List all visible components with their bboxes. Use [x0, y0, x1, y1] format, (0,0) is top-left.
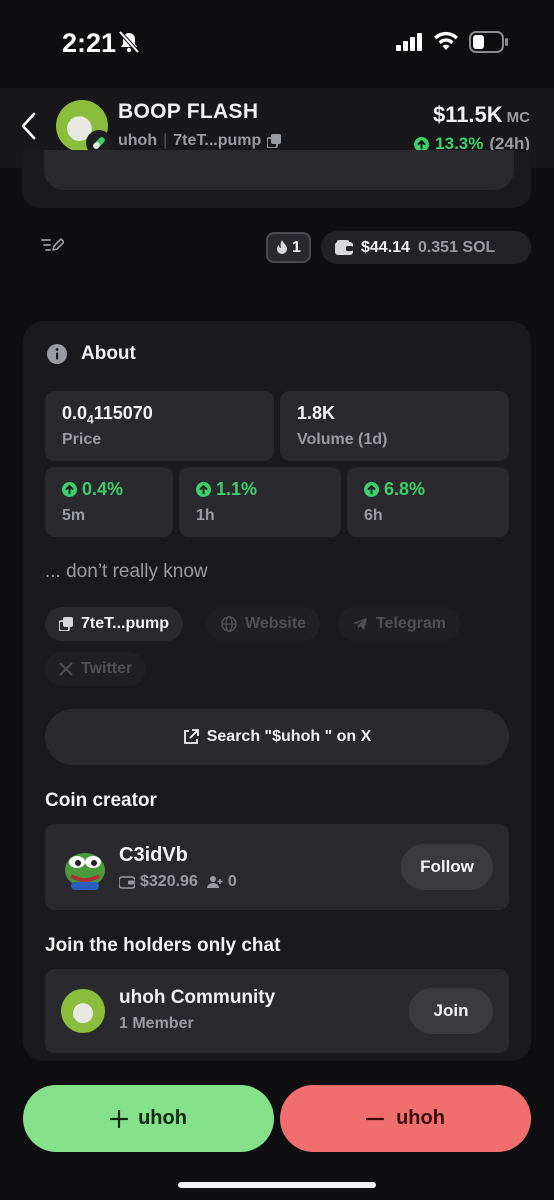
battery-icon [469, 31, 509, 58]
change-stat-6h: 6.8% 6h [347, 467, 509, 537]
price-label: Price [62, 431, 102, 448]
change-6h-label: 6h [364, 507, 383, 524]
minus-icon [366, 1117, 385, 1120]
arrow-up-circle-icon [196, 482, 211, 497]
external-link-icon [183, 729, 199, 744]
token-ticker: uhoh [118, 132, 158, 149]
change-stat-5m: 0.4% 5m [45, 467, 173, 537]
telegram-chip[interactable]: Telegram [338, 607, 460, 641]
token-description: ... don’t really know [45, 561, 208, 582]
price-suffix: 115070 [93, 403, 153, 423]
telegram-icon [353, 618, 367, 630]
wallet-icon [119, 876, 135, 889]
join-button[interactable]: Join [409, 988, 493, 1034]
back-button[interactable] [14, 108, 42, 144]
price-subscript: 4 [87, 412, 94, 427]
market-cap: $11.5K MC [433, 102, 530, 128]
wifi-icon [433, 30, 459, 57]
change-6h-value: 6.8% [364, 479, 425, 500]
edit-filter-icon[interactable] [40, 235, 65, 260]
plus-icon [110, 1109, 129, 1128]
wallet-usd: $44.14 [361, 238, 410, 256]
chart-card-partial [22, 150, 531, 208]
about-title: About [47, 343, 136, 365]
followers-icon [206, 876, 223, 888]
sell-label: uhoh [396, 1107, 445, 1129]
buy-label: uhoh [138, 1107, 187, 1129]
chevron-left-icon [21, 112, 36, 140]
separator: | [163, 132, 168, 149]
search-on-x-label: Search "$uhoh " on X [206, 728, 372, 745]
price-prefix: 0.0 [62, 403, 88, 423]
change-1h-label: 1h [196, 507, 215, 524]
flame-icon [277, 240, 288, 254]
buy-button[interactable]: uhoh [23, 1085, 274, 1152]
fire-count: 1 [292, 238, 301, 256]
price-stat: 0.04115070 Price [45, 391, 274, 461]
arrow-up-circle-icon [364, 482, 379, 497]
wallet-sol: 0.351 SOL [417, 238, 496, 256]
follow-button[interactable]: Follow [401, 844, 493, 890]
fire-badge[interactable]: 1 [266, 232, 311, 263]
change-1h-text: 1.1% [216, 479, 258, 499]
telegram-chip-label: Telegram [376, 615, 446, 632]
twitter-chip[interactable]: Twitter [45, 652, 147, 686]
status-time: 2:21 [62, 28, 117, 58]
creator-avatar [65, 853, 105, 890]
creator-balance: $320.96 [140, 873, 198, 890]
market-cap-value: $11.5K [432, 102, 503, 127]
website-chip[interactable]: Website [207, 607, 321, 641]
creator-card[interactable]: C3idVb $320.96 0 Follow [45, 824, 509, 910]
holders-chat-title: Join the holders only chat [45, 935, 281, 956]
volume-value: 1.8K [297, 403, 336, 423]
about-title-text: About [81, 343, 136, 364]
community-avatar [61, 989, 105, 1033]
change-6h-text: 6.8% [384, 479, 426, 499]
twitter-chip-label: Twitter [81, 660, 133, 677]
copy-icon [59, 617, 73, 631]
wallet-balance[interactable]: $44.14 0.351 SOL [321, 231, 531, 264]
creator-name: C3idVb [119, 844, 188, 866]
address-chip-label: 7teT...pump [81, 615, 170, 632]
coin-creator-title: Coin creator [45, 790, 157, 811]
community-card[interactable]: uhoh Community 1 Member Join [45, 969, 509, 1053]
creator-followers: 0 [227, 873, 237, 890]
info-icon [47, 344, 67, 364]
price-value: 0.04115070 [62, 403, 153, 427]
change-1h-value: 1.1% [196, 479, 257, 500]
status-bar: 2:21 [0, 0, 554, 88]
cellular-signal-icon [396, 33, 424, 56]
volume-stat: 1.8K Volume (1d) [280, 391, 509, 461]
creator-meta: $320.96 0 [119, 873, 237, 891]
change-5m-label: 5m [62, 507, 86, 524]
copy-icon[interactable] [267, 134, 282, 148]
website-chip-label: Website [245, 615, 307, 632]
x-logo-icon [59, 662, 73, 676]
wallet-icon [335, 239, 353, 255]
token-subtitle: uhoh | 7teT...pump [118, 132, 282, 150]
market-cap-unit: MC [506, 109, 530, 126]
about-card: About 0.04115070 Price 1.8K Volume (1d) … [23, 321, 531, 1061]
address-chip[interactable]: 7teT...pump [45, 607, 184, 641]
community-name: uhoh Community [119, 987, 276, 1008]
change-stat-1h: 1.1% 1h [179, 467, 341, 537]
home-indicator [178, 1182, 376, 1188]
search-on-x-button[interactable]: Search "$uhoh " on X [45, 709, 509, 765]
token-avatar [56, 100, 112, 156]
community-member-count: 1 Member [119, 1015, 194, 1032]
sell-button[interactable]: uhoh [280, 1085, 531, 1152]
chart-card-button-partial[interactable] [44, 150, 514, 190]
token-name: BOOP FLASH [118, 100, 259, 123]
change-5m-value: 0.4% [62, 479, 123, 500]
change-5m-text: 0.4% [82, 479, 124, 499]
globe-icon [221, 616, 237, 632]
arrow-up-circle-icon [62, 482, 77, 497]
bell-muted-icon [118, 30, 140, 59]
token-address[interactable]: 7teT...pump [173, 132, 261, 150]
volume-label: Volume (1d) [297, 431, 388, 448]
